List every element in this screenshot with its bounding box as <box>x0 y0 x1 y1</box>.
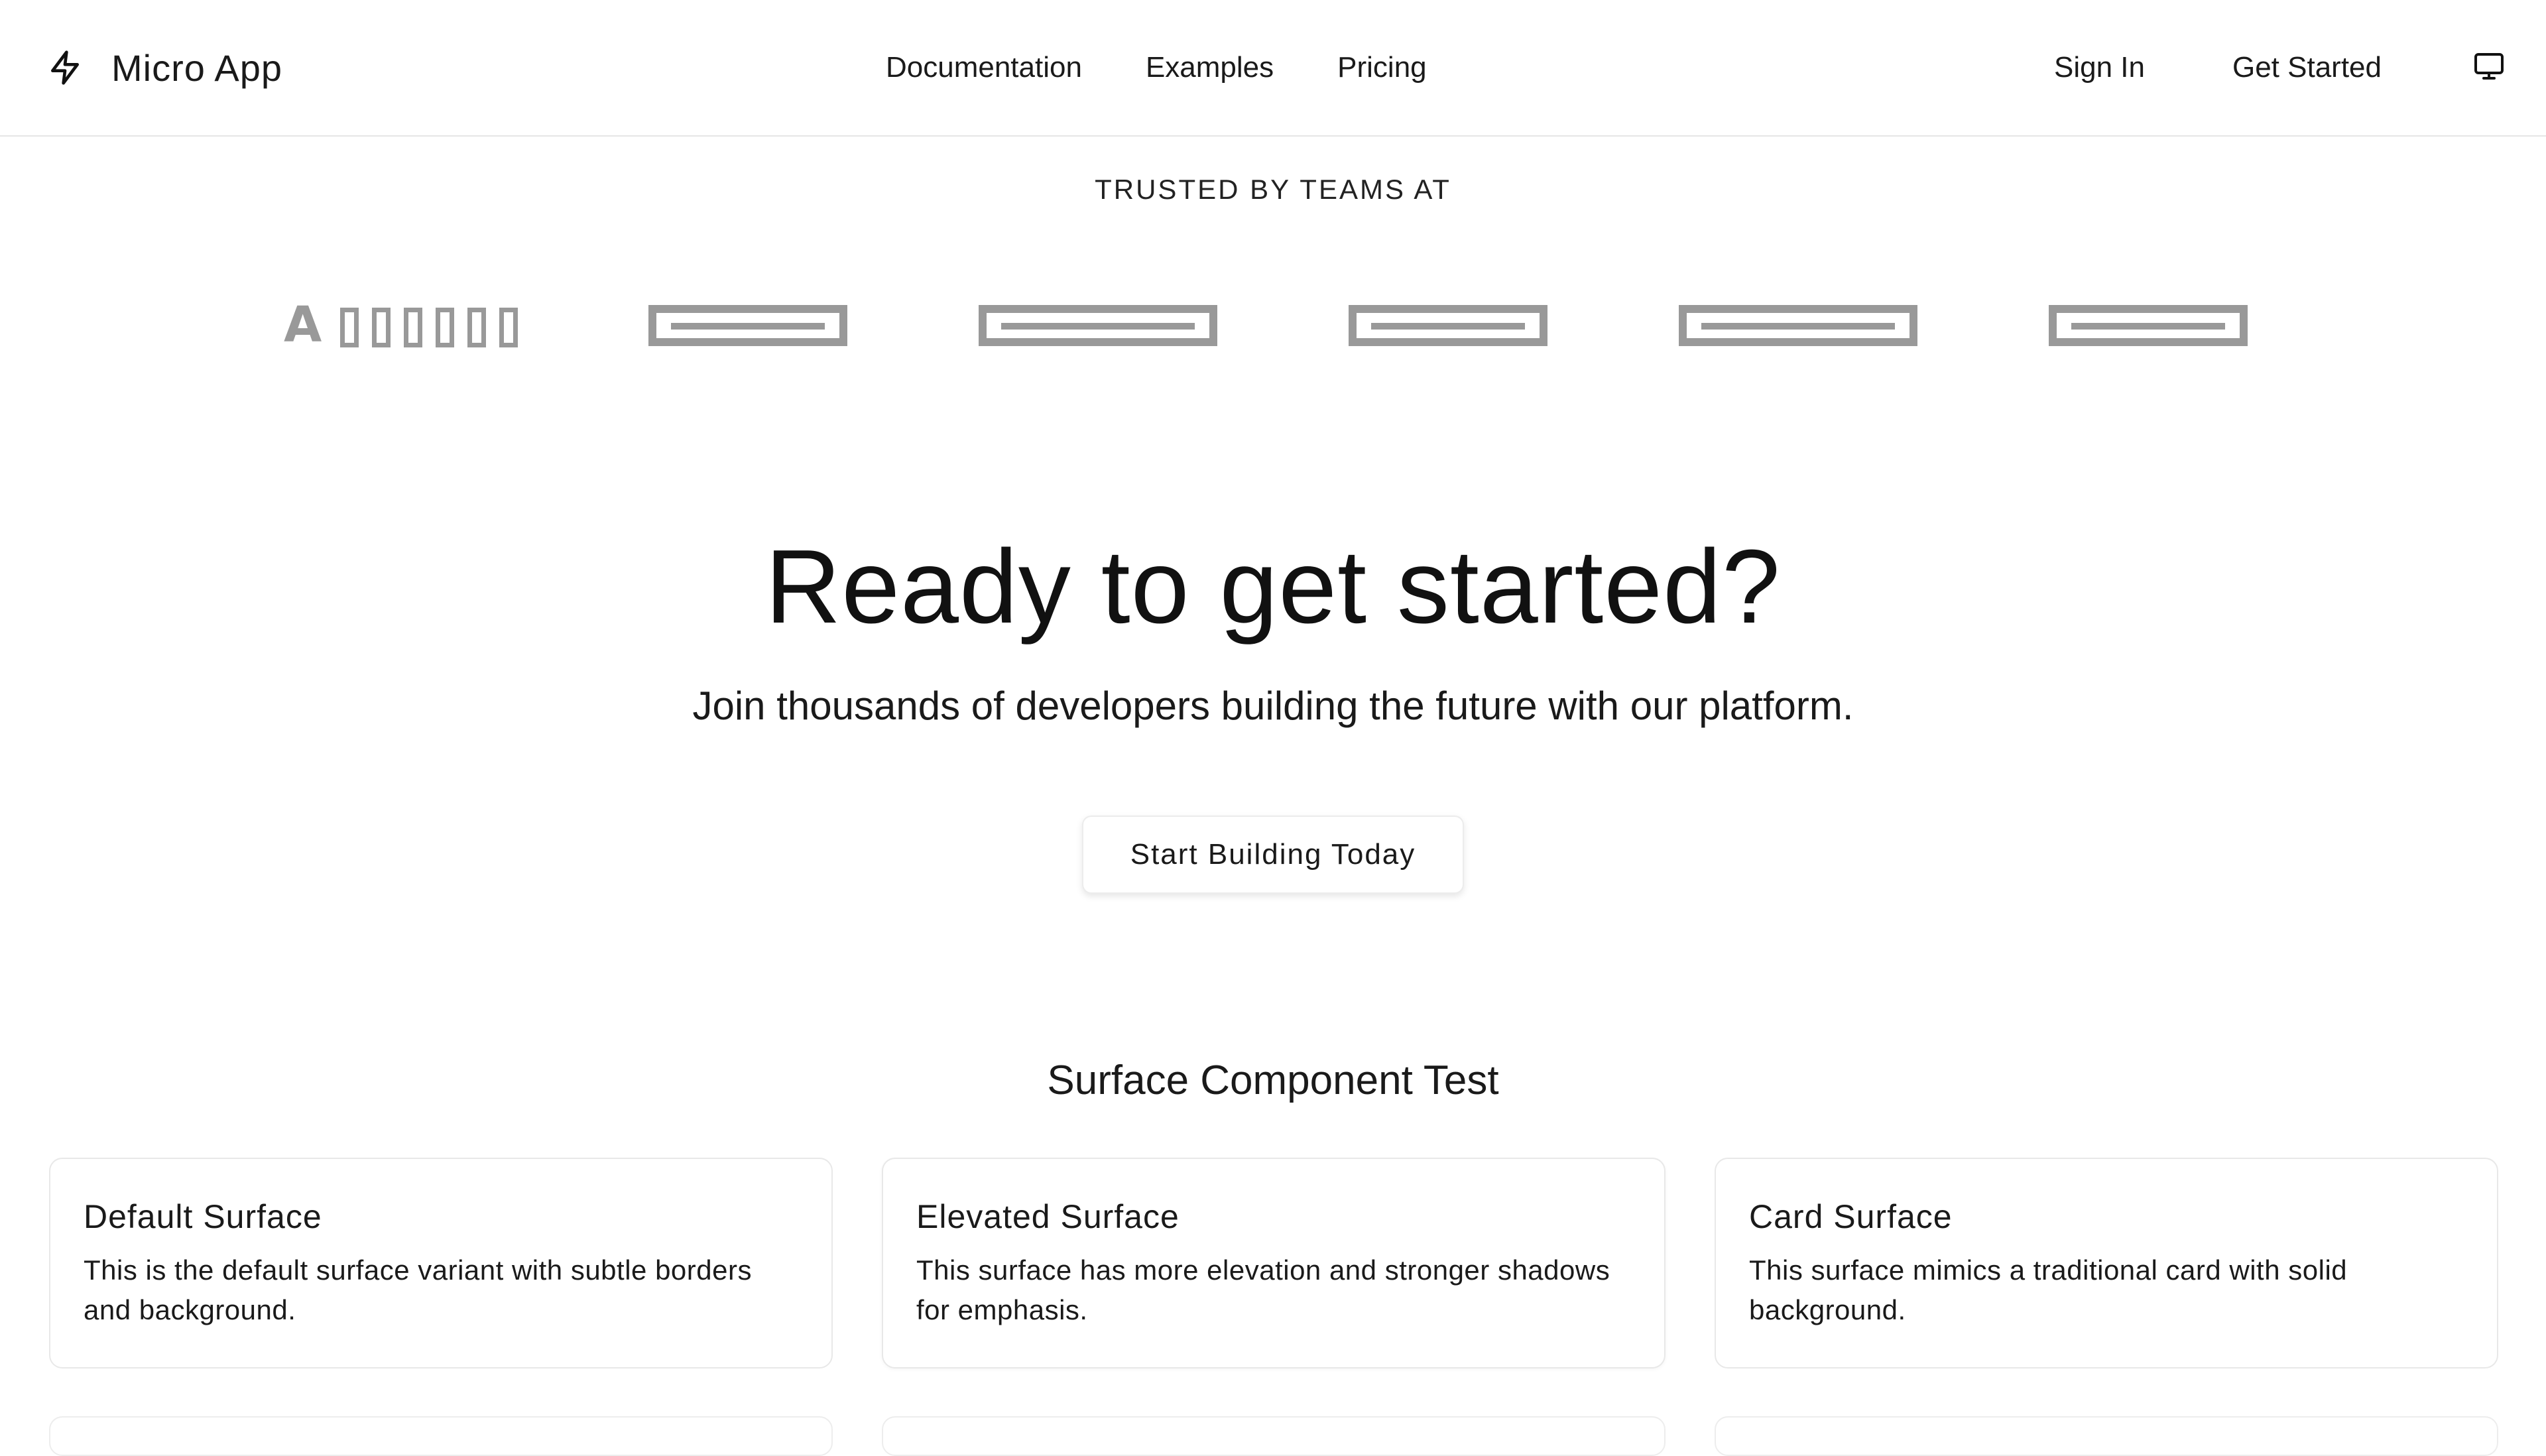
surface-card-partial <box>882 1416 1666 1456</box>
theme-toggle-button[interactable] <box>2469 48 2509 88</box>
brand-name: Micro App <box>111 46 282 89</box>
start-building-button[interactable]: Start Building Today <box>1082 816 1464 894</box>
customer-logo-1: A <box>284 296 518 353</box>
lightning-icon <box>44 46 86 89</box>
logo-glyph-box <box>467 308 487 347</box>
card-description: This surface mimics a traditional card w… <box>1749 1254 2348 1325</box>
logo-glyph-box <box>372 308 391 347</box>
cta-heading: Ready to get started? <box>765 528 1781 645</box>
get-started-link[interactable]: Get Started <box>2232 51 2382 84</box>
surface-card-partial <box>49 1416 833 1456</box>
logo-glyph-box <box>436 308 455 347</box>
customer-logo-2 <box>648 305 847 346</box>
surface-section-heading: Surface Component Test <box>1047 1058 1499 1103</box>
card-title: Card Surface <box>1749 1198 1953 1235</box>
card-title: Default Surface <box>84 1198 322 1235</box>
elevated-surface-card: Elevated Surface This surface has more e… <box>882 1158 1666 1368</box>
default-surface-card: Default Surface This is the default surf… <box>49 1158 833 1368</box>
logo-glyph-box <box>499 308 518 347</box>
card-description: This surface has more elevation and stro… <box>916 1254 1610 1325</box>
sign-in-link[interactable]: Sign In <box>2054 51 2145 84</box>
brand-link[interactable]: Micro App <box>44 44 282 91</box>
nav-link-documentation[interactable]: Documentation <box>886 51 1082 84</box>
customer-logos: A <box>0 296 2546 353</box>
nav-link-pricing[interactable]: Pricing <box>1337 51 1427 84</box>
nav-link-examples[interactable]: Examples <box>1146 51 1274 84</box>
card-surface-card: Card Surface This surface mimics a tradi… <box>1715 1158 2498 1368</box>
monitor-icon <box>2473 50 2505 86</box>
logo-glyph-box <box>404 308 423 347</box>
logo-glyph-box <box>340 308 359 347</box>
trusted-by-label: TRUSTED BY TEAMS AT <box>1095 174 1451 205</box>
logo-letter: A <box>284 296 322 353</box>
customer-logo-6 <box>2049 305 2248 346</box>
card-description: This is the default surface variant with… <box>84 1254 752 1325</box>
customer-logo-4 <box>1349 305 1547 346</box>
main-nav: Documentation Examples Pricing <box>886 48 1427 88</box>
card-title: Elevated Surface <box>916 1198 1180 1235</box>
surface-card-partial <box>1715 1416 2498 1456</box>
header-actions: Sign In Get Started <box>2054 48 2509 88</box>
customer-logo-5 <box>1679 305 1917 346</box>
cta-subtitle: Join thousands of developers building th… <box>692 684 1854 728</box>
customer-logo-3 <box>979 305 1217 346</box>
top-navigation-bar: Micro App Documentation Examples Pricing… <box>0 0 2546 137</box>
